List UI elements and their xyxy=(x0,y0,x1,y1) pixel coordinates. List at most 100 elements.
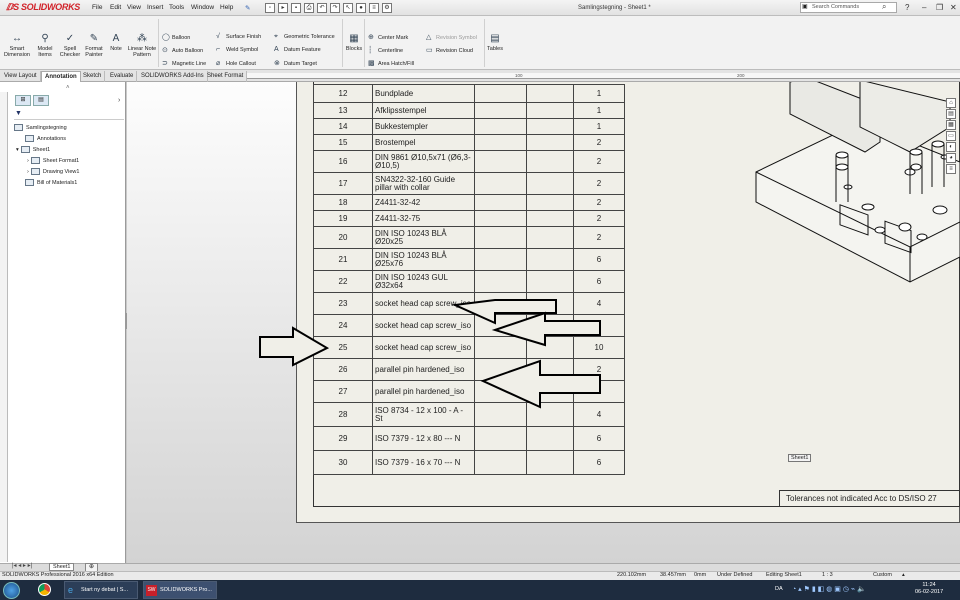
quantity-cell[interactable]: 2 xyxy=(573,210,625,227)
empty-cell[interactable] xyxy=(474,172,527,195)
chrome-icon[interactable] xyxy=(38,583,51,596)
print-icon[interactable]: ⎙ xyxy=(304,3,314,13)
feature-tree-tab-icon[interactable]: ⊞ xyxy=(15,95,31,106)
note-button[interactable]: A Note xyxy=(107,34,125,53)
empty-cell[interactable] xyxy=(474,150,527,173)
item-number-cell[interactable]: 12 xyxy=(313,84,373,103)
description-cell[interactable]: Afklipsstempel xyxy=(372,102,475,119)
table-row[interactable]: 19 Z4411-32-75 2 xyxy=(313,210,625,227)
geometric-tolerance-button[interactable]: ⌖ Geometric Tolerance xyxy=(274,33,335,41)
tree-root[interactable]: Samlingstegning xyxy=(14,124,67,131)
table-row[interactable]: 30 ISO 7379 - 16 x 70 --- N 6 xyxy=(313,450,625,475)
item-number-cell[interactable]: 14 xyxy=(313,118,373,135)
tree-item-bom[interactable]: Bill of Materials1 xyxy=(25,179,77,186)
help-dropdown-icon[interactable]: ? xyxy=(905,3,909,12)
item-number-cell[interactable]: 21 xyxy=(313,248,373,271)
empty-cell[interactable] xyxy=(474,118,527,135)
quantity-cell[interactable]: 2 xyxy=(573,134,625,151)
menu-window[interactable]: Window xyxy=(191,4,214,11)
empty-cell[interactable] xyxy=(526,172,574,195)
model-items-button[interactable]: ⚲ Model Items xyxy=(34,34,56,59)
tab-view-layout[interactable]: View Layout xyxy=(1,71,41,82)
empty-cell[interactable] xyxy=(474,102,527,119)
bom-table[interactable]: 12 Bundplade 1 13 Afklipsstempel 1 14 Bukkestem… xyxy=(313,84,625,475)
file-properties-icon[interactable]: ≡ xyxy=(369,3,379,13)
tab-annotation[interactable]: Annotation xyxy=(41,71,81,82)
options-icon[interactable]: ⚙ xyxy=(382,3,392,13)
item-number-cell[interactable]: 16 xyxy=(313,150,373,173)
system-clock[interactable]: 11:24 06-02-2017 xyxy=(915,582,943,596)
table-row[interactable]: 29 ISO 7379 - 12 x 80 --- N 6 xyxy=(313,426,625,451)
menu-edit[interactable]: Edit xyxy=(110,4,121,11)
description-cell[interactable]: Brostempel xyxy=(372,134,475,151)
tab-sheet-format[interactable]: Sheet Format xyxy=(204,71,248,82)
search-mode-icon[interactable]: ▣ xyxy=(802,3,808,10)
empty-cell[interactable] xyxy=(526,118,574,135)
table-row[interactable]: 21 DIN ISO 10243 BLÅ Ø25x76 6 xyxy=(313,248,625,271)
rebuild-icon[interactable]: ● xyxy=(356,3,366,13)
table-row[interactable]: 12 Bundplade 1 xyxy=(313,84,625,103)
empty-cell[interactable] xyxy=(526,150,574,173)
revision-cloud-button[interactable]: ▭ Revision Cloud xyxy=(426,46,473,54)
tray-icons[interactable]: ◔ ▴ ⚑ ▮ ◧ ◍ ▣ ◷ ⌁ 🔈 xyxy=(792,585,866,593)
empty-cell[interactable] xyxy=(474,134,527,151)
expand-icon[interactable]: ▾ xyxy=(16,147,19,153)
quantity-cell[interactable]: 2 xyxy=(573,194,625,211)
table-row[interactable]: 15 Brostempel 2 xyxy=(313,134,625,151)
menu-insert[interactable]: Insert xyxy=(147,4,163,11)
empty-cell[interactable] xyxy=(526,210,574,227)
horizontal-scrollbar[interactable] xyxy=(0,563,960,571)
empty-cell[interactable] xyxy=(526,194,574,211)
description-cell[interactable]: Bundplade xyxy=(372,84,475,103)
file-explorer-icon[interactable]: ▭ xyxy=(946,131,956,141)
redo-icon[interactable]: ↷ xyxy=(330,3,340,13)
unit-dropdown-icon[interactable]: ▴ xyxy=(902,572,905,578)
empty-cell[interactable] xyxy=(526,226,574,249)
appearances-icon[interactable]: ◕ xyxy=(946,153,956,163)
description-cell[interactable]: Z4411-32-75 xyxy=(372,210,475,227)
quantity-cell[interactable]: 1 xyxy=(573,84,625,103)
empty-cell[interactable] xyxy=(474,226,527,249)
empty-cell[interactable] xyxy=(474,84,527,103)
sheet-scale[interactable]: 1 : 3 xyxy=(822,572,833,578)
center-mark-button[interactable]: ⊕ Center Mark xyxy=(368,33,408,41)
magnetic-line-button[interactable]: ⊃ Magnetic Line xyxy=(162,59,206,67)
taskbar-app-browser[interactable]: e Start ny debat | S... xyxy=(64,581,138,599)
save-icon[interactable]: ▪ xyxy=(291,3,301,13)
description-cell[interactable]: DIN ISO 10243 BLÅ Ø25x76 xyxy=(372,248,475,271)
menu-file[interactable]: File xyxy=(92,4,102,11)
design-library-icon[interactable]: ▦ xyxy=(946,120,956,130)
description-cell[interactable]: ISO 7379 - 12 x 80 --- N xyxy=(372,426,475,451)
menu-tools[interactable]: Tools xyxy=(169,4,184,11)
datum-target-button[interactable]: ⊗ Datum Target xyxy=(274,59,317,67)
property-manager-tab-icon[interactable]: ▤ xyxy=(33,95,49,106)
item-number-cell[interactable]: 13 xyxy=(313,102,373,119)
tree-item-annotations[interactable]: Annotations xyxy=(25,135,66,142)
tab-addins[interactable]: SOLIDWORKS Add-Ins xyxy=(138,71,208,82)
filter-icon[interactable]: ▼ xyxy=(15,110,22,117)
empty-cell[interactable] xyxy=(526,84,574,103)
quantity-cell[interactable]: 1 xyxy=(573,102,625,119)
table-row[interactable]: 18 Z4411-32-42 2 xyxy=(313,194,625,211)
taskbar-app-solidworks[interactable]: SW SOLIDWORKS Pro... xyxy=(143,581,217,599)
description-cell[interactable]: ISO 7379 - 16 x 70 --- N xyxy=(372,450,475,475)
open-document-icon[interactable]: ▸ xyxy=(278,3,288,13)
tree-item-sheet[interactable]: ▾ Sheet1 xyxy=(16,146,50,153)
menu-view[interactable]: View xyxy=(127,4,141,11)
empty-cell[interactable] xyxy=(526,248,574,271)
quantity-cell[interactable]: 6 xyxy=(573,450,625,475)
pin-icon[interactable]: ✎ xyxy=(245,4,250,12)
view-palette-icon[interactable]: ◐ xyxy=(946,142,956,152)
item-number-cell[interactable]: 17 xyxy=(313,172,373,195)
restore-icon[interactable]: ❐ xyxy=(936,3,943,12)
windows-start-icon[interactable] xyxy=(3,582,20,599)
custom-properties-icon[interactable]: ≡ xyxy=(946,164,956,174)
table-row[interactable]: 17 SN4322-32-160 Guide pillar with collar… xyxy=(313,172,625,195)
description-cell[interactable]: DIN ISO 10243 BLÅ Ø20x25 xyxy=(372,226,475,249)
quantity-cell[interactable]: 2 xyxy=(573,172,625,195)
linear-note-pattern-button[interactable]: ⁂ Linear Note Pattern xyxy=(127,34,157,59)
empty-cell[interactable] xyxy=(526,102,574,119)
menu-help[interactable]: Help xyxy=(220,4,233,11)
tree-item-sheet-format[interactable]: › Sheet Format1 xyxy=(27,157,79,164)
empty-cell[interactable] xyxy=(526,134,574,151)
